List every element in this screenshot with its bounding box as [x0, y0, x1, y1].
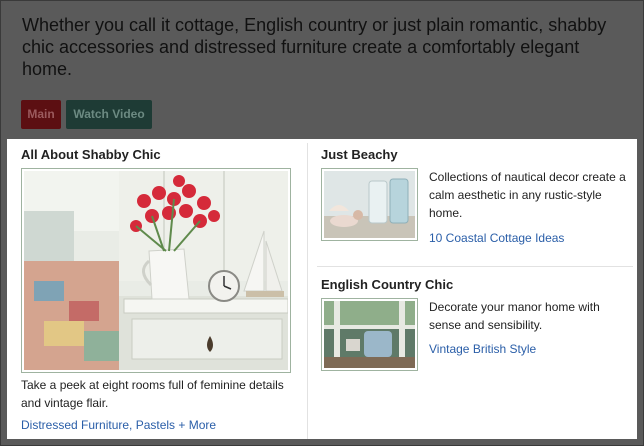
card-description-just-beachy: Collections of nautical decor create a c…	[429, 170, 626, 220]
related-content-panel: All About Shabby Chic Take a peek at eig…	[7, 139, 637, 439]
card-image-just-beachy[interactable]	[321, 168, 418, 241]
card-title-english-country[interactable]: English Country Chic	[321, 277, 453, 292]
watch-video-button[interactable]: Watch Video	[66, 100, 152, 129]
feature-link[interactable]: Distressed Furniture, Pastels + More	[21, 418, 216, 432]
card-divider	[317, 266, 633, 267]
feature-image[interactable]	[21, 168, 291, 373]
card-link-coastal-cottage[interactable]: 10 Coastal Cottage Ideas	[429, 231, 564, 245]
card-title-just-beachy[interactable]: Just Beachy	[321, 147, 398, 162]
feature-title[interactable]: All About Shabby Chic	[21, 147, 161, 162]
feature-description: Take a peek at eight rooms full of femin…	[21, 378, 284, 410]
card-link-vintage-british[interactable]: Vintage British Style	[429, 342, 536, 356]
coastal-decor-image	[324, 171, 415, 238]
main-button[interactable]: Main	[21, 100, 61, 129]
column-divider	[307, 143, 308, 439]
shabby-chic-bedroom-image	[24, 171, 288, 370]
intro-text: Whether you call it cottage, English cou…	[22, 15, 607, 79]
card-image-english-country[interactable]	[321, 298, 418, 371]
card-description-english-country: Decorate your manor home with sense and …	[429, 300, 600, 332]
english-porch-image	[324, 301, 415, 368]
